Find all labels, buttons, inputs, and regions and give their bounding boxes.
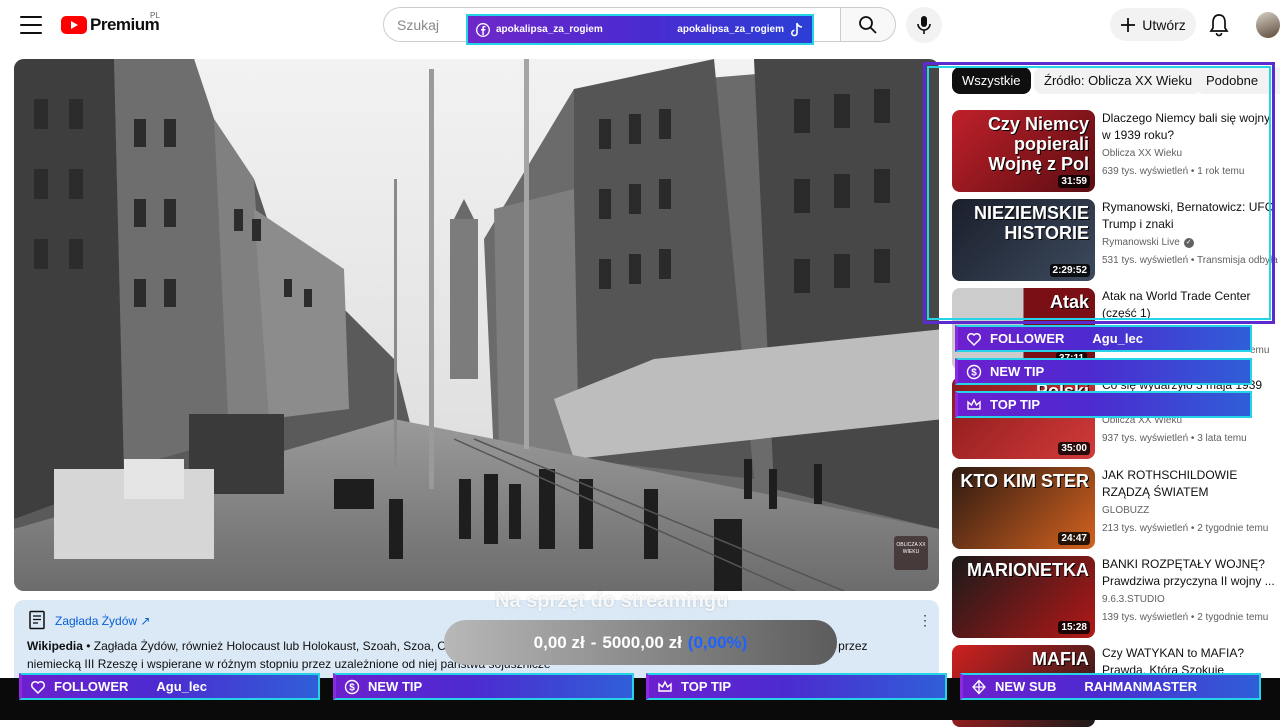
alert-label: TOP TIP bbox=[681, 679, 732, 694]
external-link-icon: ↗ bbox=[140, 614, 151, 628]
social-handles-overlay: apokalipsa_za_rogiem apokalipsa_za_rogie… bbox=[466, 14, 814, 45]
dollar-icon: $ bbox=[966, 364, 982, 379]
svg-text:$: $ bbox=[349, 682, 355, 693]
alert-top-tip: TOP TIP bbox=[646, 673, 947, 700]
alert-username: Agu_lec bbox=[1092, 331, 1143, 346]
alert-label: FOLLOWER bbox=[990, 331, 1065, 346]
video-thumbnail[interactable]: Polski35:00 bbox=[952, 377, 1095, 459]
channel-watermark: OBLICZA XX WIEKU bbox=[894, 536, 928, 570]
alert-follower: FOLLOWER Agu_lec bbox=[19, 673, 320, 700]
donation-progress-bar: 0,00 zł - 5000,00 zł (0,00%) bbox=[444, 620, 837, 665]
video-title-line: BANKI ROZPĘTAŁY WOJNĘ? bbox=[1102, 557, 1265, 571]
alert-new-tip: $ NEW TIP bbox=[333, 673, 634, 700]
facebook-handle: apokalipsa_za_rogiem bbox=[496, 24, 603, 35]
dollar-icon: $ bbox=[344, 679, 360, 694]
alert-label: TOP TIP bbox=[990, 397, 1041, 412]
svg-text:$: $ bbox=[971, 367, 977, 378]
facebook-icon bbox=[476, 22, 490, 37]
channel-name: GLOBUZZ bbox=[1102, 505, 1150, 516]
video-meta: 139 tys. wyświetleń • 2 tygodnie temu bbox=[1102, 612, 1269, 623]
video-title[interactable]: JAK ROTHSCHILDOWIE RZĄDZĄ ŚWIATEM bbox=[1102, 467, 1274, 501]
create-button[interactable]: Utwórz bbox=[1110, 8, 1196, 41]
alert-new-tip: $ NEW TIP bbox=[955, 358, 1252, 385]
notifications-button[interactable] bbox=[1208, 13, 1230, 42]
logo-text: Premium bbox=[90, 15, 160, 34]
crown-icon bbox=[658, 679, 672, 692]
info-panel-source: Wikipedia bbox=[27, 639, 83, 653]
video-meta: 213 tys. wyświetleń • 2 tygodnie temu bbox=[1102, 523, 1269, 534]
microphone-icon bbox=[917, 16, 931, 34]
donation-goal-label: Na sprzęt do streamingu bbox=[495, 590, 729, 612]
logo-region-code: PL bbox=[150, 11, 160, 20]
tiktok-handle: apokalipsa_za_rogiem bbox=[677, 24, 784, 35]
crown-icon bbox=[967, 397, 981, 410]
video-channel[interactable]: GLOBUZZ bbox=[1102, 505, 1149, 516]
thumbnail-text: MAFIA bbox=[1032, 649, 1089, 669]
video-title-line: Prawdziwa przyczyna II wojny ... bbox=[1102, 574, 1274, 588]
youtube-logo[interactable]: Premium bbox=[61, 15, 160, 35]
info-panel-title: Zagłada Żydów bbox=[55, 614, 138, 628]
more-options-icon[interactable]: ⋮ bbox=[918, 612, 932, 629]
search-button[interactable] bbox=[840, 7, 896, 42]
alert-label: NEW SUB bbox=[995, 679, 1057, 694]
heart-icon bbox=[966, 332, 982, 346]
alert-username: Agu_lec bbox=[156, 679, 207, 694]
plus-icon bbox=[1121, 17, 1136, 32]
video-duration: 15:28 bbox=[1058, 621, 1090, 634]
user-avatar[interactable] bbox=[1256, 12, 1280, 38]
info-panel-link[interactable]: Zagłada Żydów ↗ bbox=[55, 614, 150, 628]
tiktok-icon bbox=[791, 22, 803, 36]
create-label: Utwórz bbox=[1142, 16, 1186, 33]
donation-separator: - bbox=[590, 632, 597, 652]
alert-new-sub: NEW SUB RAHMANMASTER bbox=[960, 673, 1261, 700]
search-placeholder: Szukaj bbox=[397, 17, 440, 33]
alert-label: NEW TIP bbox=[990, 364, 1045, 379]
video-title[interactable]: BANKI ROZPĘTAŁY WOJNĘ? Prawdziwa przyczyn… bbox=[1102, 556, 1274, 590]
alert-top-tip: TOP TIP bbox=[955, 391, 1252, 418]
bell-icon bbox=[1209, 14, 1229, 37]
video-duration: 35:00 bbox=[1058, 442, 1090, 455]
video-title-line: JAK ROTHSCHILDOWIE bbox=[1102, 468, 1238, 482]
video-meta: 937 tys. wyświetleń • 3 lata temu bbox=[1102, 433, 1247, 444]
donation-current: 0,00 zł bbox=[533, 632, 585, 652]
search-icon bbox=[859, 15, 877, 34]
alert-username: RAHMANMASTER bbox=[1084, 679, 1198, 694]
alert-label: NEW TIP bbox=[368, 679, 423, 694]
video-channel[interactable]: 9.6.3.STUDIO bbox=[1102, 594, 1165, 605]
overlay-frame bbox=[923, 62, 1275, 324]
heart-icon bbox=[30, 680, 46, 694]
channel-name: 9.6.3.STUDIO bbox=[1102, 594, 1165, 605]
video-meta: emu bbox=[1250, 345, 1270, 356]
menu-icon[interactable] bbox=[20, 16, 42, 34]
video-player[interactable] bbox=[14, 59, 939, 591]
watermark-text: OBLICZA XX WIEKU bbox=[896, 542, 926, 555]
video-thumbnail[interactable]: KTO KIM STER 24:47 bbox=[952, 467, 1095, 549]
video-thumbnail[interactable]: MARIONETKA 15:28 bbox=[952, 556, 1095, 638]
video-duration: 24:47 bbox=[1058, 532, 1090, 545]
alert-follower: FOLLOWER Agu_lec bbox=[955, 325, 1252, 352]
voice-search-button[interactable] bbox=[906, 7, 942, 43]
youtube-play-icon bbox=[61, 16, 87, 34]
donation-goal: 5000,00 zł bbox=[602, 632, 682, 652]
video-title-line: Czy WATYKAN to MAFIA? bbox=[1102, 646, 1245, 660]
alert-label: FOLLOWER bbox=[54, 679, 129, 694]
article-icon bbox=[28, 610, 46, 635]
thumbnail-text: KTO KIM STER bbox=[960, 471, 1089, 491]
video-title-line: RZĄDZĄ ŚWIATEM bbox=[1102, 485, 1209, 499]
diamond-icon bbox=[972, 679, 986, 694]
video-frame-street-photo bbox=[14, 59, 939, 591]
donation-percent: (0,00%) bbox=[687, 632, 748, 652]
thumbnail-text: MARIONETKA bbox=[967, 560, 1089, 580]
